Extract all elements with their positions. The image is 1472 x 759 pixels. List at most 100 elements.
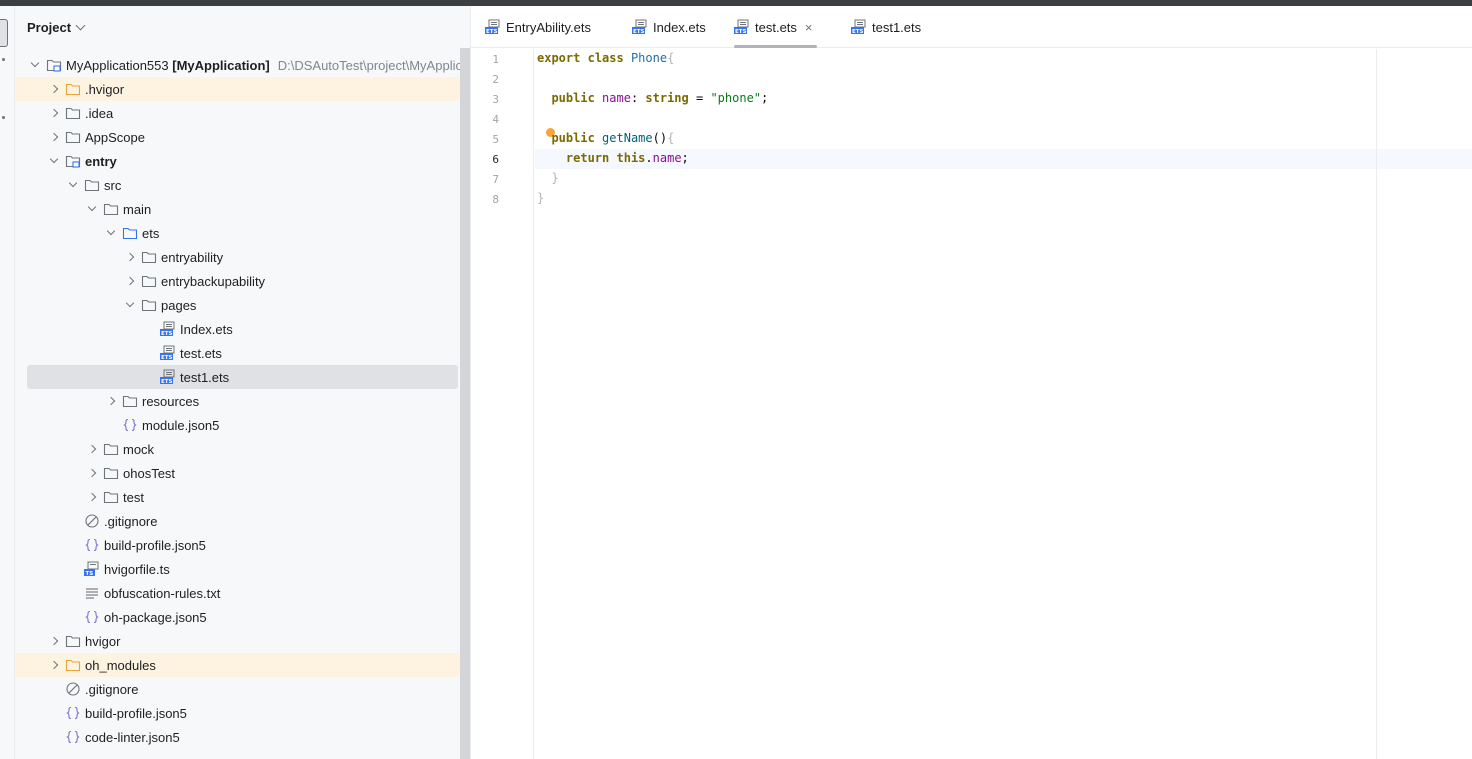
chevron-down-icon[interactable] [122,297,138,313]
tree-item[interactable]: TS hvigorfile.ts [15,557,470,581]
tree-item[interactable]: MyApplication553 [MyApplication] D:\DSAut… [15,53,470,77]
tree-item[interactable]: entrybackupability [15,269,470,293]
tree-item-name: AppScope [85,129,145,145]
tree-item-label: build-profile.json5 [85,706,187,721]
source-folder-icon [122,225,138,241]
tree-item-name: code-linter.json5 [85,729,180,745]
chevron-down-icon[interactable] [84,201,100,217]
code-line-6[interactable]: return this.name; [537,151,689,165]
tree-item[interactable]: build-profile.json5 [15,701,470,725]
tree-item[interactable]: entryability [15,245,470,269]
chevron-right-icon[interactable] [84,441,100,457]
tree-item[interactable]: ETS test.ets [15,341,470,365]
folder-icon [103,465,119,481]
tree-item[interactable]: entry [15,149,470,173]
tree-item[interactable]: ohosTest [15,461,470,485]
tree-item[interactable]: .idea [15,101,470,125]
folder-icon [141,249,157,265]
tree-item-name: oh_modules [85,657,156,673]
tree-item-label: entryability [161,250,223,265]
folder-icon [141,273,157,289]
chevron-down-icon[interactable] [103,225,119,241]
chevron-right-icon[interactable] [46,657,62,673]
tree-item[interactable]: ETS Index.ets [15,317,470,341]
project-view-selector[interactable]: Project [27,20,86,35]
tree-item[interactable]: oh_modules [15,653,470,677]
tree-item[interactable]: resources [15,389,470,413]
folder-icon [141,297,157,313]
json-file-icon [65,729,81,745]
tree-item-label: entrybackupability [161,274,265,289]
tree-item[interactable]: pages [15,293,470,317]
chevron-right-icon[interactable] [122,273,138,289]
tree-item-name: mock [123,441,155,457]
tree-item-label: code-linter.json5 [85,730,180,745]
tree-item[interactable]: .gitignore [15,677,470,701]
line-number: 8 [492,193,499,206]
tree-item[interactable]: mock [15,437,470,461]
svg-text:ETS: ETS [735,29,747,35]
chevron-down-icon[interactable] [46,153,62,169]
tree-item-label: Index.ets [180,322,233,337]
chevron-down-icon[interactable] [27,57,43,73]
tab-test[interactable]: ETS test.ets × [734,6,817,48]
tree-item[interactable]: code-linter.json5 [15,725,470,749]
tab-test1[interactable]: ETS test1.ets [851,6,921,48]
tree-item[interactable]: build-profile.json5 [15,533,470,557]
chevron-right-icon[interactable] [46,129,62,145]
tree-item-name: .hvigor [85,81,125,97]
ets-file-icon: ETS [160,321,176,337]
tree-item-label: main [123,202,151,217]
tree-item-label: test [123,490,144,505]
project-path: D:\DSAutoTest\project\MyApplic [277,57,462,73]
tree-item-label: test1.ets [180,370,229,385]
tab-entryability[interactable]: ETS EntryAbility.ets [485,6,591,48]
project-tool-button[interactable] [0,19,8,47]
code-line-1[interactable]: export class Phone{ [537,51,674,65]
tree-item[interactable]: hvigor [15,629,470,653]
line-number: 7 [492,173,499,186]
tree-item-name: src [104,177,122,193]
tree-item[interactable]: obfuscation-rules.txt [15,581,470,605]
tree-item[interactable]: module.json5 [15,413,470,437]
tree-item-label: MyApplication553 [MyApplication] D:\DSAut… [66,58,462,73]
chevron-right-icon[interactable] [122,249,138,265]
folder-icon [65,105,81,121]
tree-item[interactable]: src [15,173,470,197]
tree-item-label: ohosTest [123,466,175,481]
tree-item-name: test1.ets [180,369,230,385]
folder-icon [84,177,100,193]
code-line-7[interactable]: } [537,171,558,185]
chevron-right-icon[interactable] [46,105,62,121]
chevron-right-icon[interactable] [46,81,62,97]
tree-item[interactable]: .gitignore [15,509,470,533]
chevron-right-icon[interactable] [84,489,100,505]
folder-icon [65,129,81,145]
line-number: 2 [492,73,499,86]
tree-item[interactable]: oh-package.json5 [15,605,470,629]
tab-index[interactable]: ETS Index.ets [632,6,706,48]
tree-item[interactable]: .hvigor [15,77,470,101]
tree-item-label: .hvigor [85,82,124,97]
tree-item-name: resources [142,393,200,409]
tree-item[interactable]: main [15,197,470,221]
code-line-8[interactable]: } [537,191,544,205]
ets-file-icon: ETS [851,19,866,35]
code-line-5[interactable]: public getName(){ [537,131,674,145]
panel-title: Project [27,20,72,35]
tree-item[interactable]: ets [15,221,470,245]
module-folder-icon [46,57,62,73]
tree-item-name: main [123,201,152,217]
chevron-right-icon[interactable] [84,465,100,481]
chevron-right-icon[interactable] [103,393,119,409]
code-line-3[interactable]: public name: string = "phone"; [537,91,768,105]
folder-excluded-icon [65,657,81,673]
close-icon[interactable]: × [805,20,813,35]
tree-item-label: hvigorfile.ts [104,562,170,577]
tree-item[interactable]: AppScope [15,125,470,149]
tree-scrollbar[interactable] [460,48,470,759]
chevron-right-icon[interactable] [46,633,62,649]
tree-item[interactable]: ETS test1.ets [27,365,458,389]
tree-item[interactable]: test [15,485,470,509]
chevron-down-icon[interactable] [65,177,81,193]
